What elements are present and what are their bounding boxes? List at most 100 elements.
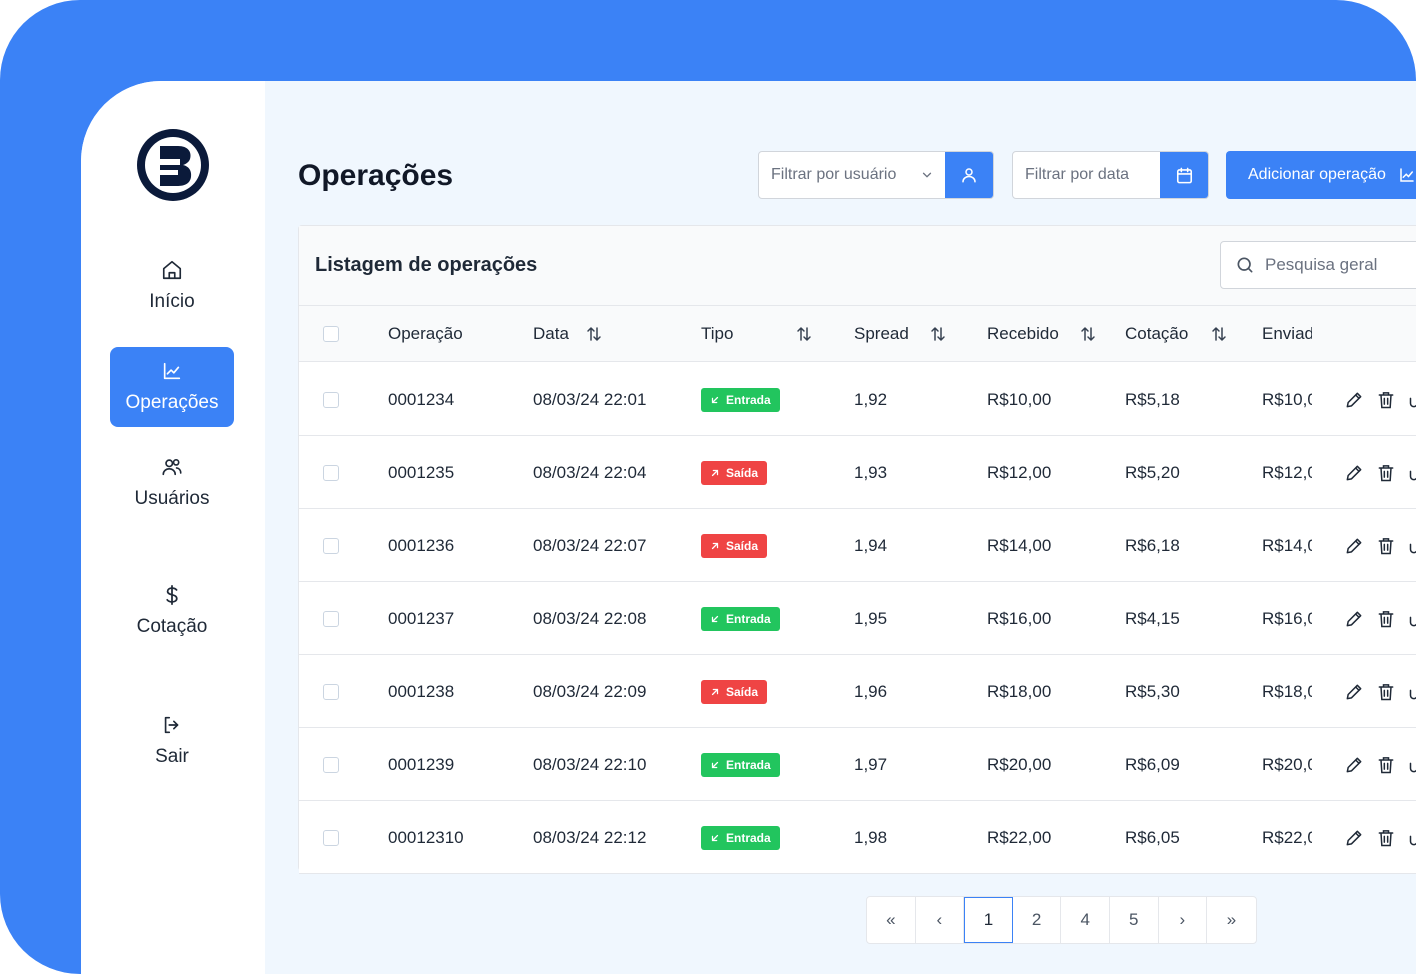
cell-enviado: R$12,00 xyxy=(1262,462,1312,482)
page-button-5[interactable]: 5 xyxy=(1110,897,1159,943)
sidebar-item-label: Sair xyxy=(155,746,189,767)
last-page-button[interactable]: » xyxy=(1207,897,1256,943)
select-all-checkbox[interactable] xyxy=(323,306,339,362)
edit-icon[interactable] xyxy=(1344,828,1364,848)
status-badge: Entrada xyxy=(701,606,780,631)
next-page-button[interactable]: › xyxy=(1159,897,1208,943)
more-icon[interactable] xyxy=(1408,682,1416,702)
pagination: « ‹ 1 2 4 5 › » xyxy=(866,896,1257,944)
logout-icon xyxy=(164,716,179,734)
sidebar-item-label: Usuários xyxy=(134,488,210,509)
prev-page-button[interactable]: ‹ xyxy=(916,897,965,943)
edit-icon[interactable] xyxy=(1344,755,1364,775)
date-filter-button[interactable] xyxy=(1160,152,1208,198)
sort-icon[interactable] xyxy=(929,325,947,343)
more-icon[interactable] xyxy=(1408,390,1416,410)
row-actions xyxy=(1344,509,1416,582)
table-row[interactable]: 0001235 08/03/24 22:04 Saída 1,93 R$12,00 R$5… xyxy=(299,436,1416,509)
cell-cotacao: R$5,18 xyxy=(1125,389,1180,409)
arrow-down-left-icon xyxy=(710,760,720,770)
add-operation-button[interactable]: Adicionar operação xyxy=(1226,151,1416,199)
column-header-recebido[interactable]: Recebido xyxy=(987,306,1097,362)
status-badge: Entrada xyxy=(701,387,780,412)
sort-icon[interactable] xyxy=(795,325,813,343)
column-header-enviado[interactable]: Enviado xyxy=(1262,306,1312,362)
more-icon[interactable] xyxy=(1408,536,1416,556)
chevron-down-icon[interactable] xyxy=(909,152,945,198)
column-header-cotacao[interactable]: Cotação xyxy=(1125,306,1228,362)
sidebar-item-sair[interactable]: Sair xyxy=(110,701,234,781)
sort-icon[interactable] xyxy=(585,325,603,343)
edit-icon[interactable] xyxy=(1344,682,1364,702)
edit-icon[interactable] xyxy=(1344,463,1364,483)
search-icon xyxy=(1237,257,1253,273)
user-filter-button[interactable] xyxy=(945,152,993,198)
sidebar-item-cotacao[interactable]: Cotação xyxy=(110,571,234,651)
dollar-icon xyxy=(166,584,178,606)
trash-icon[interactable] xyxy=(1376,463,1396,483)
table-row[interactable]: 00012310 08/03/24 22:12 Entrada 1,98 R$22,00… xyxy=(299,801,1416,874)
first-page-button[interactable]: « xyxy=(867,897,916,943)
page-button-1[interactable]: 1 xyxy=(964,897,1013,943)
trash-icon[interactable] xyxy=(1376,682,1396,702)
row-checkbox[interactable] xyxy=(323,509,339,582)
sidebar: Início Operações Usuários Cotação Sair xyxy=(81,81,265,974)
cell-tipo: Saída xyxy=(701,509,768,582)
status-badge: Entrada xyxy=(701,752,780,777)
sidebar-item-usuarios[interactable]: Usuários xyxy=(110,443,234,523)
trash-icon[interactable] xyxy=(1376,828,1396,848)
table-row[interactable]: 0001238 08/03/24 22:09 Saída 1,96 R$18,00 R$5… xyxy=(299,655,1416,728)
cell-spread: 1,97 xyxy=(854,754,888,774)
date-filter[interactable]: Filtrar por data xyxy=(1012,151,1209,199)
trash-icon[interactable] xyxy=(1376,755,1396,775)
column-header-operacao[interactable]: Operação xyxy=(388,306,463,362)
row-checkbox[interactable] xyxy=(323,801,339,874)
row-checkbox[interactable] xyxy=(323,436,339,509)
trash-icon[interactable] xyxy=(1376,609,1396,629)
date-filter-input[interactable]: Filtrar por data xyxy=(1013,152,1160,198)
edit-icon[interactable] xyxy=(1344,536,1364,556)
table-row[interactable]: 0001237 08/03/24 22:08 Entrada 1,95 R$16,00 R… xyxy=(299,582,1416,655)
column-header-spread[interactable]: Spread xyxy=(854,306,947,362)
cell-operacao: 0001239 xyxy=(388,754,455,774)
home-icon xyxy=(162,260,182,280)
cell-recebido: R$14,00 xyxy=(987,535,1052,555)
user-filter-input[interactable]: Filtrar por usuário xyxy=(759,152,909,198)
cell-recebido: R$18,00 xyxy=(987,681,1052,701)
edit-icon[interactable] xyxy=(1344,390,1364,410)
row-checkbox[interactable] xyxy=(323,728,339,801)
more-icon[interactable] xyxy=(1408,463,1416,483)
more-icon[interactable] xyxy=(1408,755,1416,775)
table-row[interactable]: 0001236 08/03/24 22:07 Saída 1,94 R$14,00 R$6… xyxy=(299,509,1416,582)
sort-icon[interactable] xyxy=(1079,325,1097,343)
trash-icon[interactable] xyxy=(1376,390,1396,410)
sidebar-item-inicio[interactable]: Início xyxy=(110,246,234,326)
row-checkbox[interactable] xyxy=(323,582,339,655)
row-checkbox[interactable] xyxy=(323,655,339,728)
user-filter[interactable]: Filtrar por usuário xyxy=(758,151,994,199)
row-actions xyxy=(1344,436,1416,509)
cell-enviado: R$22,00 xyxy=(1262,827,1312,847)
table-row[interactable]: 0001239 08/03/24 22:10 Entrada 1,97 R$20,00 R… xyxy=(299,728,1416,801)
table-row[interactable]: 0001234 08/03/24 22:01 Entrada 1,92 R$10,00 R… xyxy=(299,363,1416,436)
page-button-2[interactable]: 2 xyxy=(1013,897,1062,943)
sort-icon[interactable] xyxy=(1210,325,1228,343)
cell-cotacao: R$4,15 xyxy=(1125,608,1180,628)
chart-icon xyxy=(163,362,181,380)
more-icon[interactable] xyxy=(1408,609,1416,629)
cell-spread: 1,92 xyxy=(854,389,888,409)
trash-icon[interactable] xyxy=(1376,536,1396,556)
column-header-tipo[interactable]: Tipo xyxy=(701,306,813,362)
cell-spread: 1,93 xyxy=(854,462,888,482)
column-header-data[interactable]: Data xyxy=(533,306,603,362)
page-button-4[interactable]: 4 xyxy=(1061,897,1110,943)
sidebar-item-operacoes[interactable]: Operações xyxy=(110,347,234,427)
edit-icon[interactable] xyxy=(1344,609,1364,629)
more-icon[interactable] xyxy=(1408,828,1416,848)
cell-recebido: R$20,00 xyxy=(987,754,1052,774)
cell-enviado: R$10,00 xyxy=(1262,389,1312,409)
status-badge: Saída xyxy=(701,460,768,485)
table-header: Operação Data Tipo Spread Recebido Cotaç… xyxy=(299,306,1416,362)
search-input[interactable]: Pesquisa geral xyxy=(1220,241,1416,289)
row-checkbox[interactable] xyxy=(323,363,339,436)
